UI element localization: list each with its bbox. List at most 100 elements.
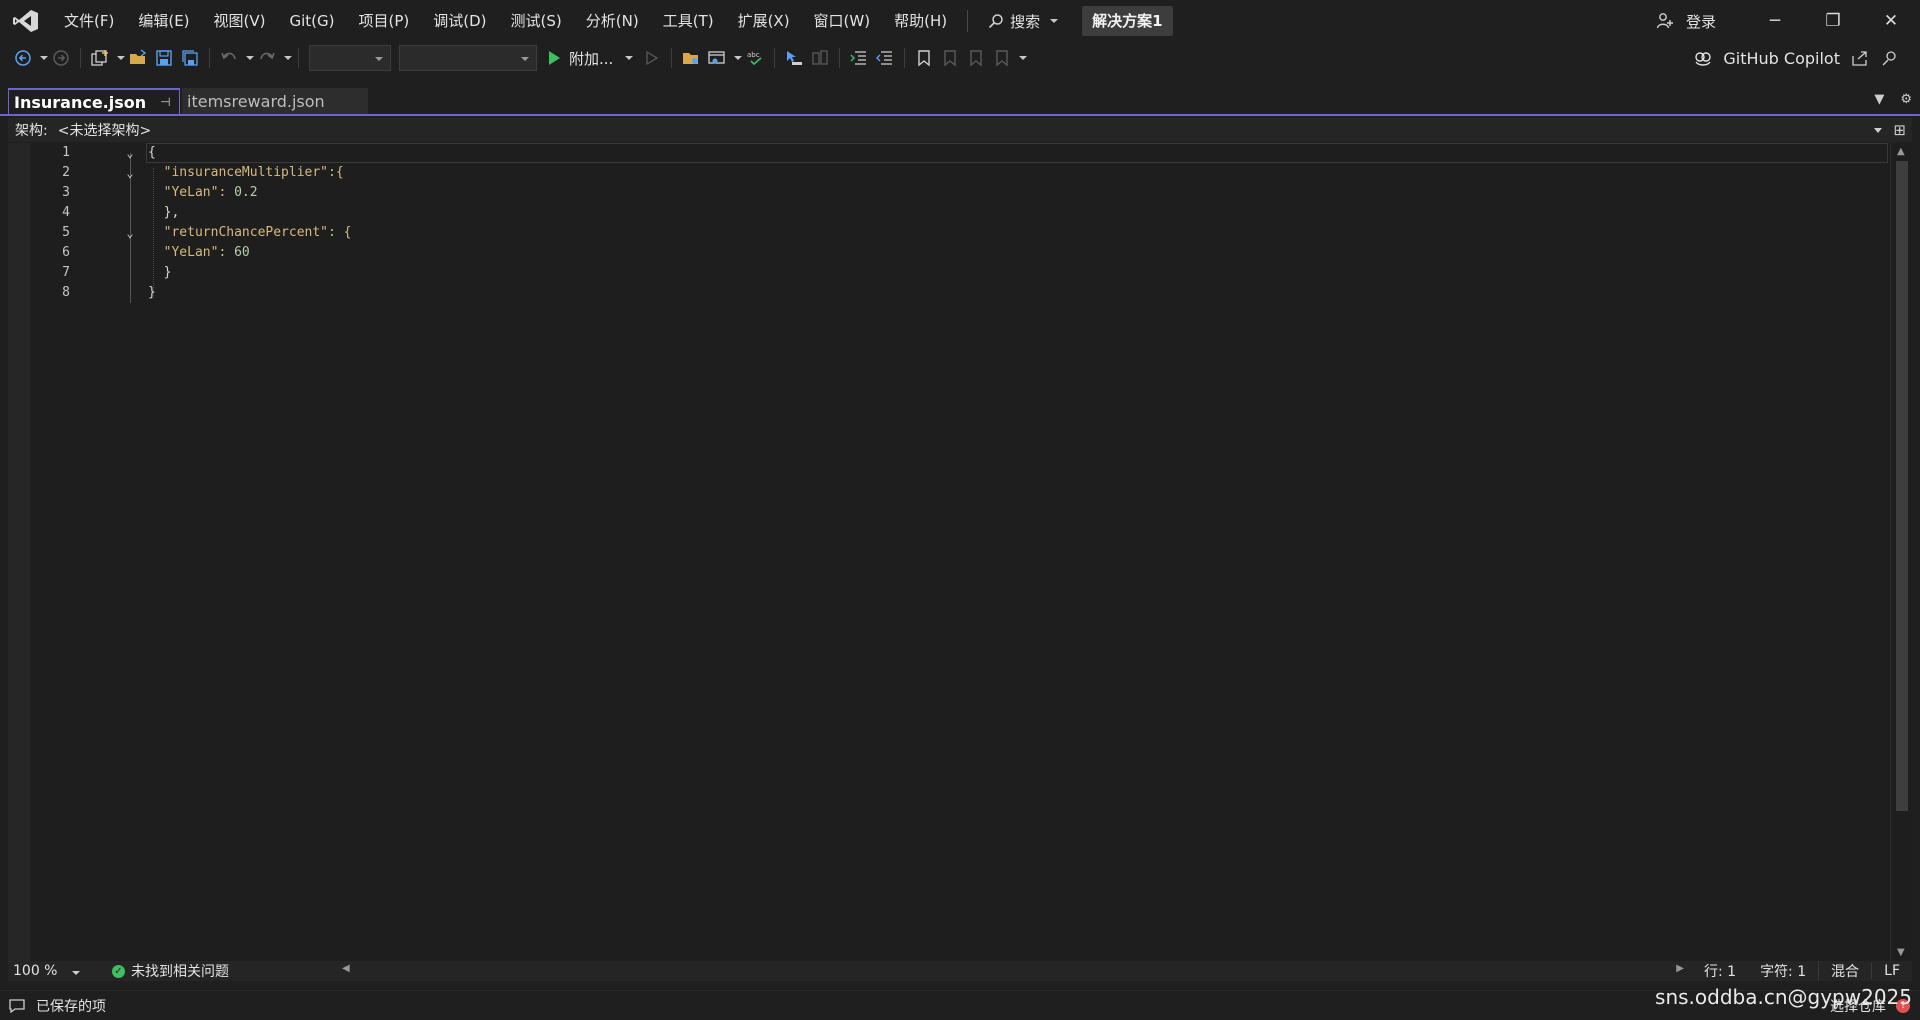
- minimize-button[interactable]: ─: [1746, 0, 1804, 42]
- previous-bookmark-button[interactable]: [939, 45, 961, 71]
- issues-indicator[interactable]: ✓ 未找到相关问题: [112, 961, 229, 981]
- pin-icon[interactable]: ⊣: [160, 95, 170, 109]
- line-number: 2: [62, 165, 70, 180]
- menu-analyze[interactable]: 分析(N): [574, 6, 651, 36]
- redo-dropdown-icon[interactable]: [284, 56, 292, 60]
- next-bookmark-button[interactable]: [965, 45, 987, 71]
- scroll-right-icon[interactable]: ▶: [1676, 963, 1684, 974]
- line-ending[interactable]: LF: [1871, 963, 1912, 979]
- char-indicator[interactable]: 字符: 1: [1748, 961, 1818, 981]
- undo-icon: [221, 52, 236, 60]
- play-outline-icon: [646, 50, 659, 66]
- solution-platform-dropdown[interactable]: [399, 45, 537, 71]
- copilot-label: GitHub Copilot: [1723, 48, 1840, 68]
- clear-bookmarks-button[interactable]: [991, 45, 1013, 71]
- hot-reload-button[interactable]: [809, 45, 831, 71]
- line-indicator[interactable]: 行: 1: [1692, 961, 1748, 981]
- redo-icon: [260, 52, 275, 60]
- schema-selector-bar[interactable]: 架构: <未选择架构> ⊞: [8, 118, 1912, 142]
- save-all-button[interactable]: [179, 45, 201, 71]
- zoom-dropdown[interactable]: 100 %: [8, 963, 82, 979]
- code-line: 5 ⌄ "returnChancePercent": {: [8, 223, 1912, 243]
- navigate-forward-button[interactable]: [50, 45, 72, 71]
- scroll-left-icon[interactable]: ◀: [342, 963, 350, 974]
- visual-studio-logo-icon[interactable]: [0, 0, 52, 42]
- menu-tools[interactable]: 工具(T): [651, 6, 726, 36]
- tab-itemsreward-json[interactable]: itemsreward.json: [182, 88, 368, 114]
- save-button[interactable]: [153, 45, 175, 71]
- title-bar: 文件(F) 编辑(E) 视图(V) Git(G) 项目(P) 调试(D) 测试(…: [0, 0, 1920, 42]
- menu-help[interactable]: 帮助(H): [882, 6, 959, 36]
- schema-dropdown-icon[interactable]: [1874, 128, 1882, 133]
- close-window-button[interactable]: ✕: [1862, 0, 1920, 42]
- tab-insurance-json[interactable]: Insurance.json ⊣ ✕: [8, 88, 196, 114]
- menu-view[interactable]: 视图(V): [202, 6, 278, 36]
- tab-list-dropdown-icon[interactable]: ▼: [1874, 92, 1884, 107]
- cursor-select-icon: [787, 51, 803, 65]
- code-editor[interactable]: 1 ⌄ { 2 ⌄ "insuranceMultiplier":{ 3 "YeL…: [8, 143, 1912, 961]
- menu-window[interactable]: 窗口(W): [802, 6, 883, 36]
- tab-label: Insurance.json: [14, 92, 147, 112]
- menu-edit[interactable]: 编辑(E): [126, 6, 201, 36]
- feedback-icon[interactable]: [1880, 49, 1900, 67]
- whitespace-mode[interactable]: 混合: [1818, 961, 1871, 981]
- attach-run-button[interactable]: 附加...: [541, 48, 639, 69]
- toggle-bookmark-button[interactable]: [913, 45, 935, 71]
- new-project-icon: [91, 50, 108, 66]
- github-copilot-button[interactable]: GitHub Copilot: [1693, 42, 1900, 74]
- message-icon[interactable]: [8, 998, 26, 1014]
- new-project-button[interactable]: [89, 45, 111, 71]
- restore-icon: ❐: [1825, 11, 1841, 31]
- back-dropdown-icon[interactable]: [40, 56, 48, 60]
- menu-extensions[interactable]: 扩展(X): [726, 6, 802, 36]
- status-bar: 已保存的项 选择仓库 !: [0, 990, 1920, 1020]
- search-box[interactable]: 搜索: [978, 6, 1068, 36]
- solution-explorer-button[interactable]: [680, 45, 702, 71]
- restore-button[interactable]: ❐: [1804, 0, 1862, 42]
- code-line: 1 ⌄ {: [8, 143, 1912, 163]
- login-button[interactable]: 登录: [1656, 11, 1716, 32]
- tab-settings-gear-icon[interactable]: ⚙: [1900, 92, 1912, 107]
- line-number: 4: [62, 205, 70, 220]
- menu-project[interactable]: 项目(P): [347, 6, 422, 36]
- vertical-scroll-thumb[interactable]: [1896, 161, 1908, 811]
- attach-dropdown-icon: [625, 56, 634, 60]
- fold-chevron-icon[interactable]: ⌄: [123, 146, 137, 160]
- toolbar-separator: [839, 48, 841, 68]
- play-icon: [549, 51, 560, 65]
- redo-button[interactable]: [256, 45, 278, 71]
- uncomment-lines-button[interactable]: [874, 45, 896, 71]
- split-editor-icon[interactable]: ⊞: [1893, 121, 1906, 139]
- fold-chevron-icon[interactable]: ⌄: [123, 226, 137, 240]
- solution-config-dropdown[interactable]: [309, 45, 391, 71]
- fold-chevron-icon[interactable]: ⌄: [123, 166, 137, 180]
- window-layout-button[interactable]: [706, 45, 728, 71]
- scroll-up-icon[interactable]: ▲: [1897, 146, 1905, 157]
- window-layout-icon: [708, 51, 725, 64]
- share-icon[interactable]: [1850, 49, 1870, 67]
- code-line: 7 }: [8, 263, 1912, 283]
- select-element-button[interactable]: [783, 45, 805, 71]
- new-dropdown-icon[interactable]: [117, 56, 125, 60]
- spell-check-button[interactable]: abc: [744, 45, 766, 71]
- comment-lines-button[interactable]: [848, 45, 870, 71]
- navigate-back-button[interactable]: [12, 45, 34, 71]
- menu-debug[interactable]: 调试(D): [421, 6, 498, 36]
- toolbar-separator: [80, 48, 81, 68]
- start-without-debug-button[interactable]: [641, 45, 663, 71]
- undo-dropdown-icon[interactable]: [246, 56, 254, 60]
- layout-dropdown-icon[interactable]: [734, 56, 743, 60]
- scroll-down-icon[interactable]: ▼: [1897, 947, 1905, 958]
- menu-file[interactable]: 文件(F): [52, 6, 126, 36]
- open-file-button[interactable]: [127, 45, 149, 71]
- undo-button[interactable]: [218, 45, 240, 71]
- schema-label: 架构:: [15, 123, 48, 139]
- line-number: 8: [62, 285, 70, 300]
- vertical-scrollbar[interactable]: ▲ ▼: [1890, 143, 1912, 961]
- menu-test[interactable]: 测试(S): [499, 6, 574, 36]
- tab-label: itemsreward.json: [187, 91, 325, 111]
- horizontal-scrollbar[interactable]: ◀ ▶: [338, 963, 1688, 979]
- toolbar-overflow-icon[interactable]: [1019, 56, 1028, 60]
- line-number: 5: [62, 225, 70, 240]
- menu-git[interactable]: Git(G): [278, 6, 347, 36]
